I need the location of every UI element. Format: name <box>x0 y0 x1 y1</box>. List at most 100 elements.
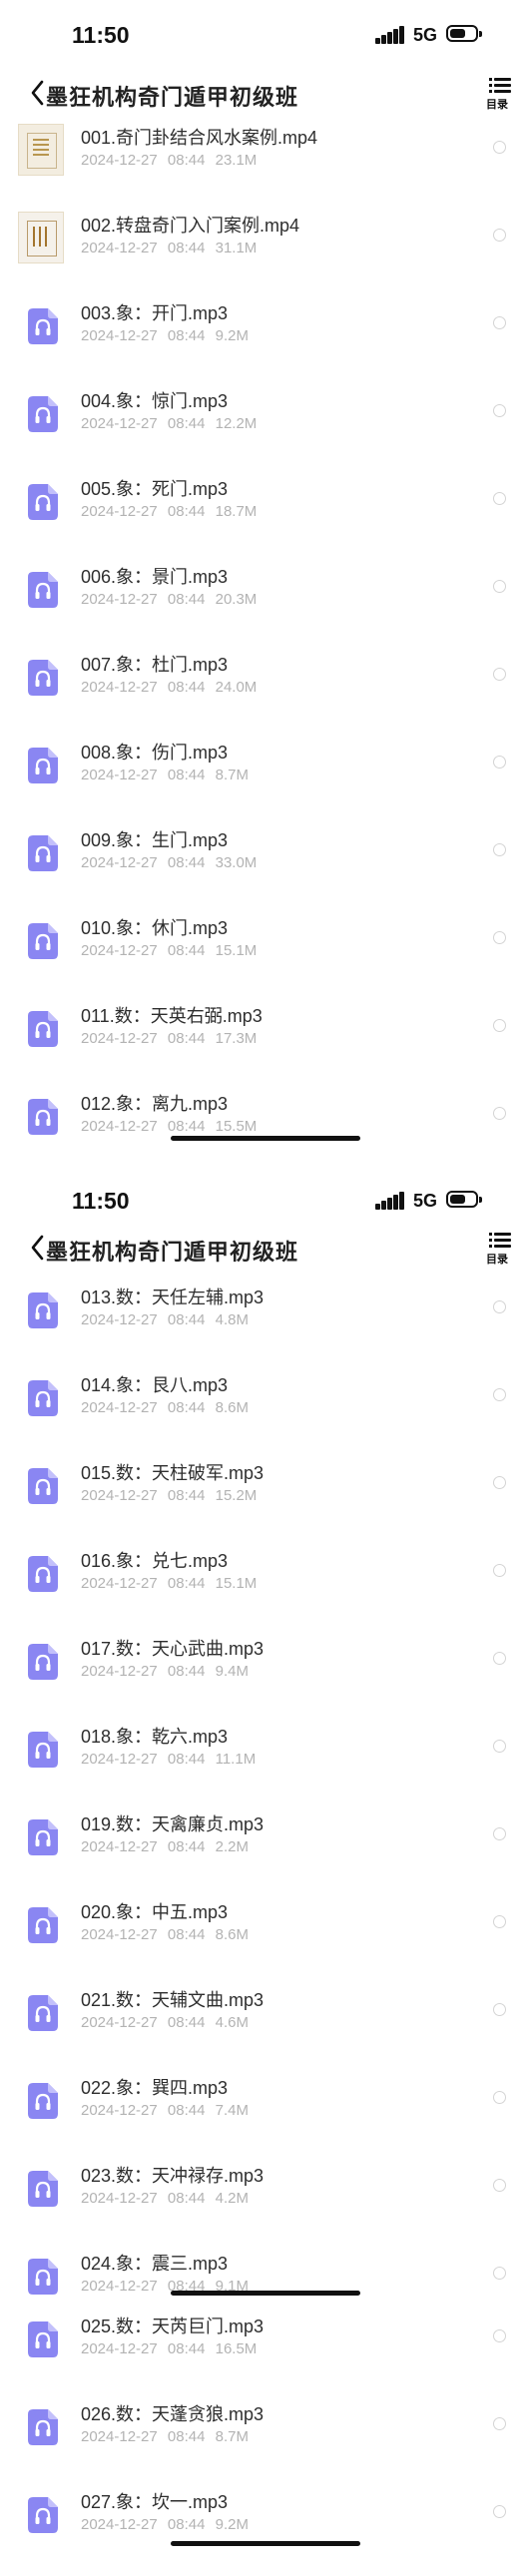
file-size: 31.1M <box>215 240 258 257</box>
select-radio[interactable] <box>493 931 506 944</box>
file-date: 2024-12-27 08:44 <box>81 1926 206 1943</box>
list-item[interactable]: 014.象：艮八.mp3 2024-12-27 08:44 8.6M <box>0 1371 532 1459</box>
select-radio[interactable] <box>493 1300 506 1313</box>
select-radio[interactable] <box>493 2505 506 2518</box>
file-meta: 2024-12-27 08:44 15.1M <box>81 942 257 959</box>
select-radio[interactable] <box>493 1476 506 1489</box>
audio-file-icon <box>28 2321 58 2357</box>
status-time: 11:50 <box>72 22 130 48</box>
file-size: 24.0M <box>215 679 258 696</box>
select-radio[interactable] <box>493 141 506 154</box>
list-item[interactable]: 019.数：天禽廉贞.mp3 2024-12-27 08:44 2.2M <box>0 1810 532 1898</box>
audio-file-icon <box>28 1099 58 1135</box>
select-radio[interactable] <box>493 1107 506 1120</box>
list-item[interactable]: 013.数：天任左辅.mp3 2024-12-27 08:44 4.8M <box>0 1284 532 1371</box>
file-size: 11.1M <box>215 1751 257 1768</box>
file-meta: 2024-12-27 08:44 33.0M <box>81 854 257 871</box>
list-item[interactable]: 018.象：乾六.mp3 2024-12-27 08:44 11.1M <box>0 1723 532 1810</box>
file-size: 7.4M <box>215 2102 249 2119</box>
select-radio[interactable] <box>493 1652 506 1665</box>
list-item[interactable]: 009.象：生门.mp3 2024-12-27 08:44 33.0M <box>0 826 532 914</box>
file-date: 2024-12-27 08:44 <box>81 2014 206 2031</box>
file-meta: 2024-12-27 08:44 15.5M <box>81 1118 257 1135</box>
list-item[interactable]: 006.象：景门.mp3 2024-12-27 08:44 20.3M <box>0 563 532 651</box>
file-meta: 2024-12-27 08:44 8.6M <box>81 1399 249 1416</box>
select-radio[interactable] <box>493 404 506 417</box>
list-item[interactable]: 005.象：死门.mp3 2024-12-27 08:44 18.7M <box>0 475 532 563</box>
list-item[interactable]: 027.象：坎一.mp3 2024-12-27 08:44 9.2M <box>0 2488 532 2576</box>
nav-bar: 墨狂机构奇门遁甲初级班 目录 <box>0 1225 532 1275</box>
select-radio[interactable] <box>493 1388 506 1401</box>
select-radio[interactable] <box>493 2091 506 2104</box>
file-size: 9.4M <box>215 1663 249 1680</box>
select-radio[interactable] <box>493 2329 506 2342</box>
catalog-label: 目录 <box>486 1254 508 1266</box>
page-title: 墨狂机构奇门遁甲初级班 <box>46 1240 299 1265</box>
select-radio[interactable] <box>493 1915 506 1928</box>
list-item[interactable]: 025.数：天芮巨门.mp3 2024-12-27 08:44 16.5M <box>0 2313 532 2400</box>
select-radio[interactable] <box>493 2003 506 2016</box>
list-item[interactable]: 011.数：天英右弼.mp3 2024-12-27 08:44 17.3M <box>0 1002 532 1090</box>
list-item[interactable]: 004.象：惊门.mp3 2024-12-27 08:44 12.2M <box>0 387 532 475</box>
select-radio[interactable] <box>493 229 506 242</box>
list-item[interactable]: 007.象：杜门.mp3 2024-12-27 08:44 24.0M <box>0 651 532 739</box>
select-radio[interactable] <box>493 2417 506 2430</box>
file-name: 020.象：中五.mp3 <box>81 1902 229 1922</box>
select-radio[interactable] <box>493 316 506 329</box>
select-radio[interactable] <box>493 2267 506 2280</box>
list-item[interactable]: 021.数：天辅文曲.mp3 2024-12-27 08:44 4.6M <box>0 1986 532 2074</box>
select-radio[interactable] <box>493 492 506 505</box>
select-radio[interactable] <box>493 1019 506 1032</box>
file-name: 026.数：天蓬贪狼.mp3 <box>81 2404 265 2424</box>
list-item[interactable]: 020.象：中五.mp3 2024-12-27 08:44 8.6M <box>0 1898 532 1986</box>
file-size: 18.7M <box>215 503 258 520</box>
list-item[interactable]: 022.象：巽四.mp3 2024-12-27 08:44 7.4M <box>0 2074 532 2162</box>
file-name: 019.数：天禽廉贞.mp3 <box>81 1814 265 1834</box>
audio-file-icon <box>28 1907 58 1943</box>
select-radio[interactable] <box>493 668 506 681</box>
select-radio[interactable] <box>493 580 506 593</box>
status-time: 11:50 <box>72 1188 130 1214</box>
list-item[interactable]: 003.象：开门.mp3 2024-12-27 08:44 9.2M <box>0 299 532 387</box>
file-meta: 2024-12-27 08:44 17.3M <box>81 1030 257 1047</box>
file-meta: 2024-12-27 08:44 31.1M <box>81 240 257 257</box>
file-date: 2024-12-27 08:44 <box>81 1399 206 1416</box>
home-indicator <box>171 1136 360 1141</box>
file-date: 2024-12-27 08:44 <box>81 152 206 169</box>
file-name: 017.数：天心武曲.mp3 <box>81 1639 265 1659</box>
home-indicator <box>171 2291 360 2296</box>
list-item[interactable]: 023.数：天冲禄存.mp3 2024-12-27 08:44 4.2M <box>0 2162 532 2250</box>
file-meta: 2024-12-27 08:44 20.3M <box>81 591 257 608</box>
catalog-button[interactable]: 目录 <box>485 1229 517 1269</box>
chevron-left-icon[interactable] <box>30 78 44 108</box>
chevron-left-icon[interactable] <box>30 1233 44 1263</box>
select-radio[interactable] <box>493 1827 506 1840</box>
file-date: 2024-12-27 08:44 <box>81 240 206 257</box>
file-date: 2024-12-27 08:44 <box>81 1838 206 1855</box>
list-item[interactable]: 010.象：休门.mp3 2024-12-27 08:44 15.1M <box>0 914 532 1002</box>
audio-file-icon <box>28 572 58 608</box>
list-item[interactable]: 015.数：天柱破军.mp3 2024-12-27 08:44 15.2M <box>0 1459 532 1547</box>
list-item[interactable]: 026.数：天蓬贪狼.mp3 2024-12-27 08:44 8.7M <box>0 2400 532 2488</box>
file-name: 004.象：惊门.mp3 <box>81 391 229 411</box>
select-radio[interactable] <box>493 1740 506 1753</box>
file-name: 007.象：杜门.mp3 <box>81 655 229 675</box>
select-radio[interactable] <box>493 756 506 769</box>
file-size: 17.3M <box>215 1030 258 1047</box>
file-name: 011.数：天英右弼.mp3 <box>81 1006 263 1026</box>
list-item[interactable]: 017.数：天心武曲.mp3 2024-12-27 08:44 9.4M <box>0 1635 532 1723</box>
list-item[interactable]: 016.象：兑七.mp3 2024-12-27 08:44 15.1M <box>0 1547 532 1635</box>
select-radio[interactable] <box>493 1564 506 1577</box>
file-date: 2024-12-27 08:44 <box>81 767 206 783</box>
list-item[interactable]: 001.奇门卦结合风水案例.mp4 2024-12-27 08:44 23.1M <box>0 124 532 212</box>
list-item[interactable]: 002.转盘奇门入门案例.mp4 2024-12-27 08:44 31.1M <box>0 212 532 299</box>
file-name: 006.象：景门.mp3 <box>81 567 229 587</box>
select-radio[interactable] <box>493 843 506 856</box>
audio-file-icon <box>28 1819 58 1855</box>
list-item[interactable]: 008.象：伤门.mp3 2024-12-27 08:44 8.7M <box>0 739 532 826</box>
file-date: 2024-12-27 08:44 <box>81 591 206 608</box>
catalog-button[interactable]: 目录 <box>485 74 517 114</box>
audio-file-icon <box>28 2497 58 2533</box>
list-item[interactable]: 012.象：离九.mp3 2024-12-27 08:44 15.5M <box>0 1090 532 1178</box>
select-radio[interactable] <box>493 2179 506 2192</box>
